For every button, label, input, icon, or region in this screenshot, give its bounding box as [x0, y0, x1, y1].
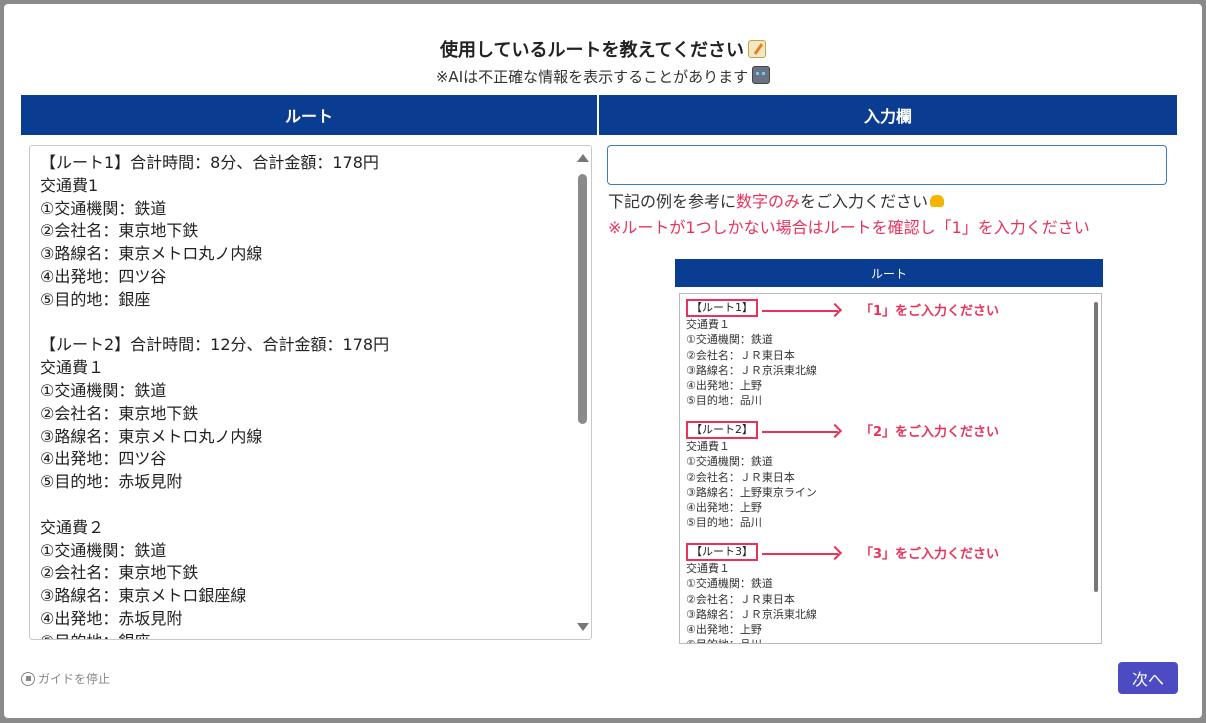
example-route-3-label: 【ルート3】: [686, 543, 758, 561]
hint-number-only: 下記の例を参考に数字のみをご入力ください: [608, 188, 945, 212]
hint-suffix: をご入力ください: [800, 192, 929, 211]
pointing-down-icon: [930, 195, 945, 207]
input-column-header: 入力欄: [599, 95, 1177, 135]
memo-icon: [748, 40, 767, 58]
dialog-title-text: 使用しているルートを教えてください: [439, 40, 745, 61]
scroll-thumb[interactable]: [578, 174, 587, 424]
example-route-2-note: 「2」をご入力ください: [860, 425, 1000, 440]
next-button[interactable]: 次へ: [1118, 662, 1178, 694]
example-route-1-lines: 交通費１ ①交通機関：鉄道 ②会社名：ＪＲ東日本 ③路線名：ＪＲ京浜東北線 ④出…: [686, 318, 817, 408]
dialog-title: 使用しているルートを教えてください: [4, 36, 1202, 62]
example-route-1-note: 「1」をご入力ください: [860, 304, 1000, 319]
example-route-1: 【ルート1】 交通費１ ①交通機関：鉄道 ②会社名：ＪＲ東日本 ③路線名：ＪＲ京…: [686, 299, 817, 409]
example-image: ルート 【ルート1】 交通費１ ①交通機関：鉄道 ②会社名：ＪＲ東日本 ③路線名…: [675, 259, 1103, 644]
scroll-up-arrow-icon[interactable]: [577, 154, 589, 162]
stop-guide-label: ガイドを停止: [38, 672, 111, 686]
example-route-3-note: 「3」をご入力ください: [860, 547, 1000, 562]
example-route-2-label: 【ルート2】: [686, 421, 758, 439]
example-route-box: 【ルート1】 交通費１ ①交通機関：鉄道 ②会社名：ＪＲ東日本 ③路線名：ＪＲ京…: [679, 293, 1102, 644]
route-list-scrollbar[interactable]: [575, 146, 591, 639]
example-route-3: 【ルート3】 交通費１ ①交通機関：鉄道 ②会社名：ＪＲ東日本 ③路線名：ＪＲ京…: [686, 543, 817, 643]
example-scrollbar: [1094, 302, 1098, 592]
stop-guide-link[interactable]: ガイドを停止: [21, 670, 110, 687]
example-route-2: 【ルート2】 交通費１ ①交通機関：鉄道 ②会社名：ＪＲ東日本 ③路線名：上野東…: [686, 421, 817, 531]
route-column-header: ルート: [21, 95, 597, 135]
example-route-1-label: 【ルート1】: [686, 299, 758, 317]
scroll-down-arrow-icon[interactable]: [577, 623, 589, 631]
example-header: ルート: [675, 259, 1103, 287]
route-list-text: 【ルート1】合計時間：8分、合計金額：178円 交通費1 ①交通機関：鉄道 ②会…: [40, 153, 390, 639]
arrow-right-icon: [762, 310, 838, 312]
hint-single-route: ※ルートが1つしかない場合はルートを確認し「1」を入力ください: [608, 218, 1090, 237]
stop-icon: [21, 671, 35, 686]
example-route-2-lines: 交通費１ ①交通機関：鉄道 ②会社名：ＪＲ東日本 ③路線名：上野東京ライン ④出…: [686, 440, 817, 530]
arrow-right-icon: [762, 553, 838, 555]
dialog-subtitle-text: ※AIは不正確な情報を表示することがあります: [435, 68, 749, 86]
route-list-box[interactable]: 【ルート1】合計時間：8分、合計金額：178円 交通費1 ①交通機関：鉄道 ②会…: [29, 145, 592, 640]
example-route-3-lines: 交通費１ ①交通機関：鉄道 ②会社名：ＪＲ東日本 ③路線名：ＪＲ京浜東北線 ④出…: [686, 562, 817, 643]
robot-icon: [752, 66, 771, 84]
route-number-input[interactable]: [607, 145, 1167, 185]
dialog-subtitle: ※AIは不正確な情報を表示することがあります: [4, 66, 1202, 87]
hint-prefix: 下記の例を参考に: [608, 192, 737, 211]
arrow-right-icon: [762, 431, 838, 433]
hint-emphasis: 数字のみ: [736, 192, 801, 211]
